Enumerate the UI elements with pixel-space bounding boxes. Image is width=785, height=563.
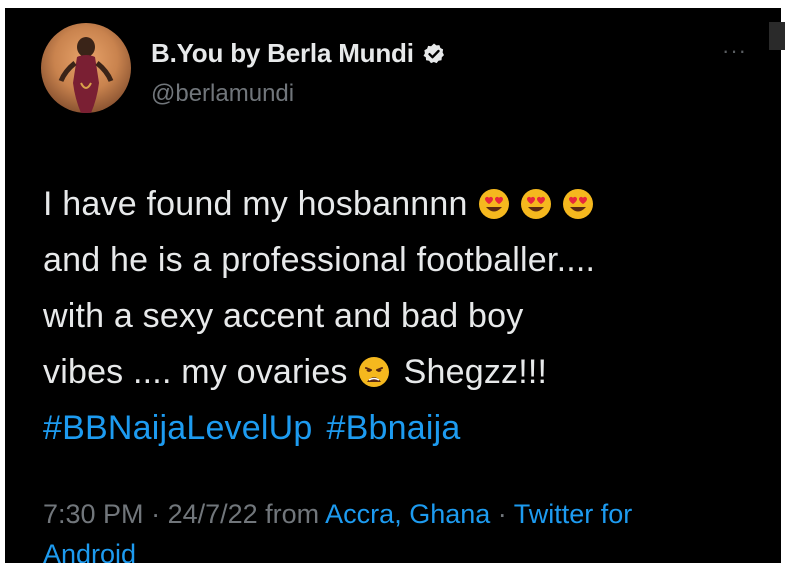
client-link-part2[interactable]: Android bbox=[43, 539, 136, 563]
heart-eyes-emoji bbox=[562, 188, 594, 220]
hashtag-link[interactable]: #Bbnaija bbox=[327, 400, 461, 456]
tweet-text: I have found my hosbannnn and he is a pr… bbox=[43, 176, 733, 456]
author-name-row[interactable]: B.You by Berla Mundi bbox=[151, 38, 446, 69]
display-name[interactable]: B.You by Berla Mundi bbox=[151, 38, 414, 69]
meta-separator: · bbox=[490, 499, 514, 529]
tweet-line-2: and he is a professional footballer.... bbox=[43, 232, 733, 288]
corner-mark bbox=[769, 22, 785, 50]
avatar[interactable] bbox=[41, 23, 131, 113]
tweet-line-4-text-after: Shegzz!!! bbox=[403, 353, 548, 391]
location-link[interactable]: Accra, Ghana bbox=[325, 499, 490, 529]
meta-separator: · bbox=[143, 499, 168, 529]
handle[interactable]: @berlamundi bbox=[151, 80, 294, 108]
avatar-photo bbox=[58, 37, 114, 113]
tweet-line-2-text: and he is a professional footballer.... bbox=[43, 241, 596, 279]
tweet-line-4-text-before: vibes .... my ovaries bbox=[43, 353, 348, 391]
tweet-line-4: vibes .... my ovaries Shegzz!!! bbox=[43, 344, 733, 400]
tweet-line-1: I have found my hosbannnn bbox=[43, 176, 733, 232]
client-link-part1[interactable]: Twitter for bbox=[514, 499, 633, 529]
tweet-line-1-text: I have found my hosbannnn bbox=[43, 185, 468, 223]
heart-eyes-emoji bbox=[520, 188, 552, 220]
more-options-icon[interactable]: ··· bbox=[722, 38, 747, 64]
tweet-line-3-text: with a sexy accent and bad boy bbox=[43, 297, 524, 335]
from-label: from bbox=[257, 499, 326, 529]
tweet-date[interactable]: 24/7/22 bbox=[168, 499, 258, 529]
verified-badge-icon bbox=[422, 42, 446, 66]
tweet-card: B.You by Berla Mundi @berlamundi ··· I h… bbox=[5, 8, 781, 563]
weary-face-emoji bbox=[358, 356, 390, 388]
tweet-hashtags: #BBNaijaLevelUp #Bbnaija bbox=[43, 400, 733, 456]
hashtag-link[interactable]: #BBNaijaLevelUp bbox=[43, 400, 313, 456]
heart-eyes-emoji bbox=[478, 188, 510, 220]
tweet-time[interactable]: 7:30 PM bbox=[43, 499, 144, 529]
tweet-line-3: with a sexy accent and bad boy bbox=[43, 288, 733, 344]
tweet-meta: 7:30 PM · 24/7/22 from Accra, Ghana · Tw… bbox=[43, 494, 763, 563]
